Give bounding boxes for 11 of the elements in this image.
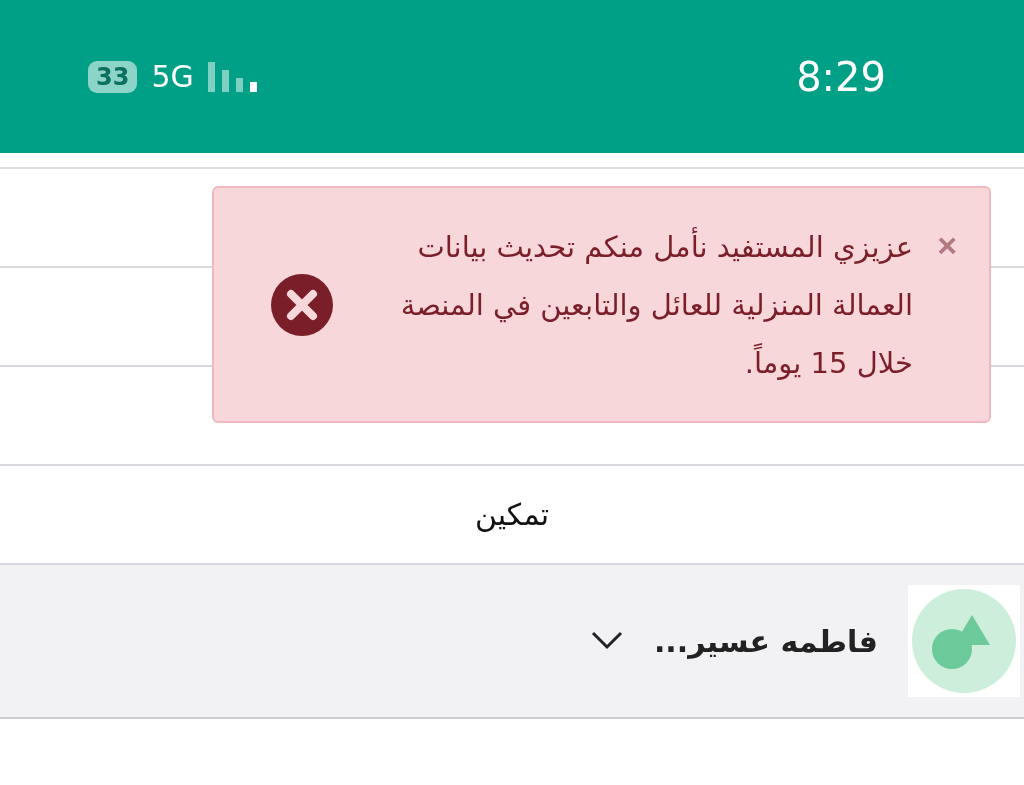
menu-item[interactable]: تمكين: [474, 497, 550, 532]
network-type: 5G: [151, 59, 194, 94]
chevron-down-icon[interactable]: [589, 630, 624, 652]
avatar-icon: [912, 589, 1016, 693]
error-icon: [271, 273, 333, 336]
battery-level: 33: [96, 62, 130, 91]
user-name: فاطمه عسير...: [653, 623, 878, 659]
alert-message: عزيزي المستفيد نأمل منكم تحديث بيانات العمالة المنزلية للعائل والتابعين في المنصة خلال 15 يوماً.: [399, 226, 913, 382]
clock-time: 8:29: [796, 53, 886, 100]
signal-icon: [207, 61, 260, 92]
user-row[interactable]: فاطمه عسير...: [0, 565, 1024, 719]
